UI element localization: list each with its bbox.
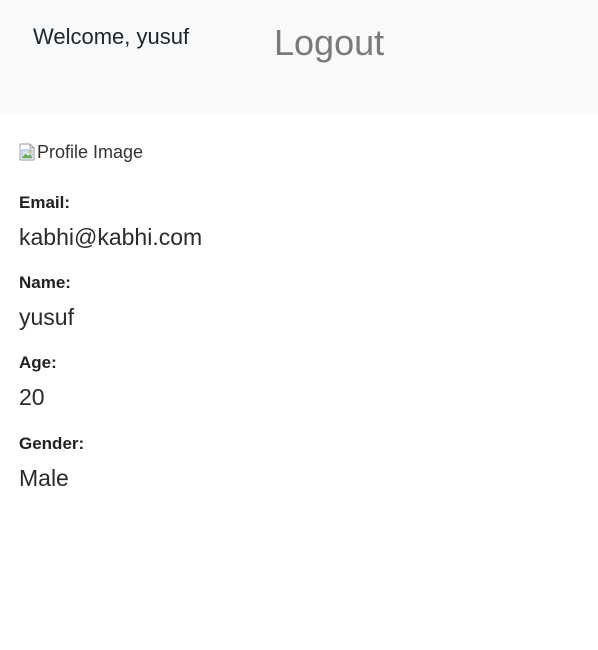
name-value: yusuf [19, 304, 74, 330]
gender-value: Male [19, 465, 69, 491]
email-value: kabhi@kabhi.com [19, 224, 203, 250]
age-field: Age: 20 [19, 353, 57, 411]
name-field: Name: yusuf [19, 273, 74, 331]
gender-field: Gender: Male [19, 434, 84, 492]
gender-label: Gender: [19, 434, 85, 453]
profile-image: Profile Image [19, 141, 579, 163]
age-label: Age: [19, 353, 57, 372]
welcome-text: Welcome, yusuf [33, 24, 190, 49]
logout-link[interactable]: Logout [274, 22, 384, 64]
name-label: Name: [19, 273, 71, 292]
top-navbar: Welcome, yusuf Logout [0, 0, 598, 114]
email-label: Email: [19, 193, 71, 212]
profile-image-alt-text: Profile Image [37, 141, 144, 162]
profile-section: Profile Image Email: kabhi@kabhi.com Nam… [19, 141, 579, 492]
broken-image-icon [19, 143, 35, 161]
email-field: Email: kabhi@kabhi.com [19, 193, 202, 251]
age-value: 20 [19, 384, 45, 410]
